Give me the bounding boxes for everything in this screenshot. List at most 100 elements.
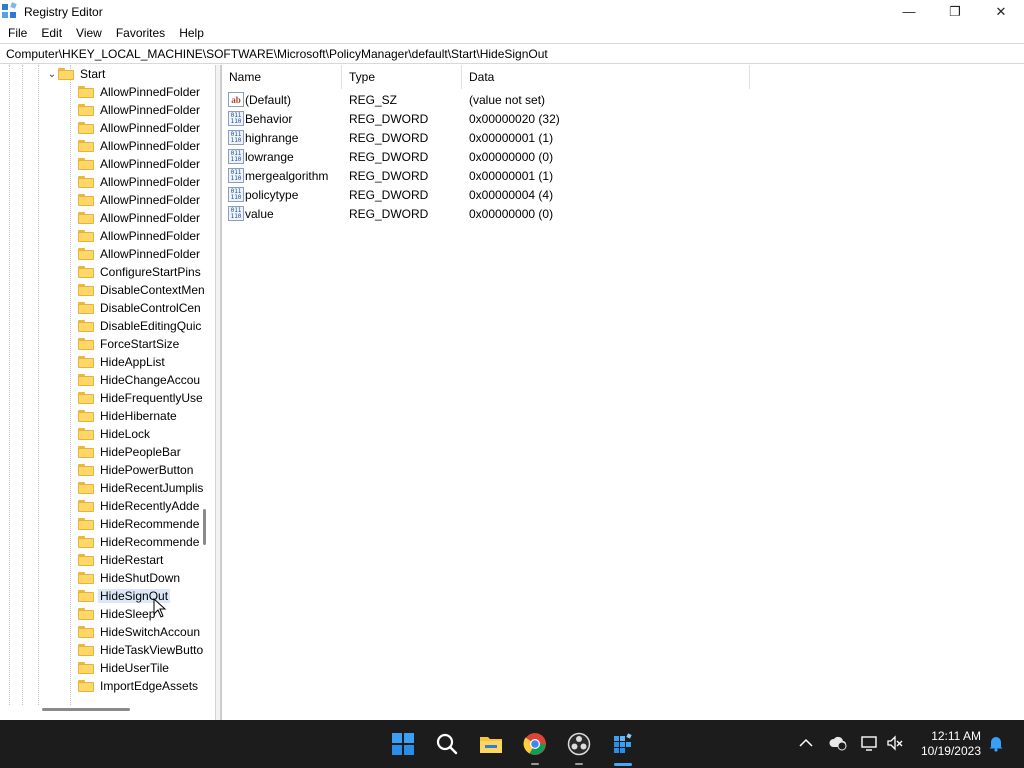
chevron-up-icon[interactable] <box>797 734 815 752</box>
maximize-button[interactable]: ❐ <box>932 0 978 23</box>
tree-item-label: HideFrequentlyUse <box>100 391 203 405</box>
tree-item[interactable]: DisableEditingQuic <box>78 317 201 335</box>
menu-favorites[interactable]: Favorites <box>109 23 172 43</box>
folder-icon <box>78 482 94 494</box>
tree-item[interactable]: AllowPinnedFolder <box>78 173 200 191</box>
folder-icon <box>78 518 94 530</box>
tree-item[interactable]: ImportEdgeAssets <box>78 677 198 695</box>
tree-item-label: HideLock <box>100 427 151 441</box>
value-row[interactable]: 011 110 lowrange REG_DWORD 0x00000000 (0) <box>222 147 742 166</box>
value-row[interactable]: 011 110 policytype REG_DWORD 0x00000004 (4) <box>222 185 742 204</box>
close-button[interactable]: ✕ <box>978 0 1024 23</box>
notification-bell-icon[interactable] <box>987 734 1005 752</box>
tree-item[interactable]: HideLock <box>78 425 150 443</box>
tree-item[interactable]: DisableContextMen <box>78 281 205 299</box>
tree-item[interactable]: HideUserTile <box>78 659 169 677</box>
key-tree-pane[interactable]: ⌄ Start AllowPinnedFolder AllowPinnedFold… <box>0 65 216 720</box>
value-row[interactable]: 011 110 highrange REG_DWORD 0x00000001 (1) <box>222 128 742 147</box>
tree-item[interactable]: HideRecentlyAdde <box>78 497 199 515</box>
value-data: 0x00000020 (32) <box>469 111 560 126</box>
folder-icon <box>78 122 94 134</box>
menu-view[interactable]: View <box>69 23 109 43</box>
dword-value-icon: 011 110 <box>228 130 244 145</box>
value-type: REG_DWORD <box>349 187 429 202</box>
search-icon[interactable] <box>435 732 459 756</box>
tree-item[interactable]: HideRecommende <box>78 533 199 551</box>
tree-item[interactable]: AllowPinnedFolder <box>78 101 200 119</box>
tree-item[interactable]: AllowPinnedFolder <box>78 209 200 227</box>
value-data: 0x00000001 (1) <box>469 168 554 183</box>
folder-icon <box>78 338 94 350</box>
value-row[interactable]: 011 110 Behavior REG_DWORD 0x00000020 (32) <box>222 109 742 128</box>
tree-item[interactable]: HideShutDown <box>78 569 180 587</box>
tree-item[interactable]: ForceStartSize <box>78 335 179 353</box>
volume-muted-icon[interactable] <box>886 734 904 752</box>
tree-item[interactable]: AllowPinnedFolder <box>78 83 200 101</box>
chrome-icon[interactable] <box>523 732 547 756</box>
tree-item[interactable]: HideRecentJumplis <box>78 479 203 497</box>
tree-item[interactable]: HideTaskViewButto <box>78 641 203 659</box>
registry-editor-taskbar-icon[interactable] <box>611 732 635 756</box>
folder-icon <box>78 194 94 206</box>
tree-item[interactable]: HideHibernate <box>78 407 177 425</box>
menu-file[interactable]: File <box>1 23 34 43</box>
menu-help[interactable]: Help <box>172 23 211 43</box>
running-indicator <box>531 763 539 765</box>
tree-item[interactable]: AllowPinnedFolder <box>78 137 200 155</box>
window-title: Registry Editor <box>24 4 103 19</box>
tree-item[interactable]: HideRecommende <box>78 515 199 533</box>
tree-item[interactable]: HideAppList <box>78 353 165 371</box>
value-row[interactable]: 011 110 value REG_DWORD 0x00000000 (0) <box>222 204 742 223</box>
obs-icon[interactable] <box>567 732 591 756</box>
tree-item[interactable]: DisableControlCen <box>78 299 201 317</box>
tree-item[interactable]: HideSleep <box>78 605 155 623</box>
tree-item-label: AllowPinnedFolder <box>100 103 201 117</box>
value-data: (value not set) <box>469 92 546 107</box>
chevron-down-icon[interactable]: ⌄ <box>46 69 58 80</box>
folder-icon <box>78 212 94 224</box>
tree-item-label: Start <box>80 67 106 81</box>
tree-item-label: DisableControlCen <box>100 301 201 315</box>
tree-item[interactable]: HideSwitchAccoun <box>78 623 200 641</box>
tree-item[interactable]: AllowPinnedFolder <box>78 245 200 263</box>
values-pane[interactable]: Name Type Data ab (Default) REG_SZ (value n… <box>221 65 1024 720</box>
tree-item[interactable]: HideRestart <box>78 551 163 569</box>
column-header-type[interactable]: Type <box>342 65 462 89</box>
file-explorer-icon[interactable] <box>479 732 503 756</box>
tree-horizontal-scrollbar[interactable] <box>42 708 130 711</box>
mouse-cursor-icon <box>153 597 167 618</box>
tree-vertical-scrollbar[interactable] <box>203 509 206 545</box>
tree-item[interactable]: ConfigureStartPins <box>78 263 201 281</box>
start-icon[interactable] <box>391 732 415 756</box>
folder-icon <box>78 428 94 440</box>
network-icon[interactable] <box>860 734 878 752</box>
taskbar: 12:11 AM 10/19/2023 <box>0 720 1024 768</box>
column-header-name[interactable]: Name <box>222 65 342 89</box>
tree-item[interactable]: HidePowerButton <box>78 461 193 479</box>
value-type: REG_DWORD <box>349 130 429 145</box>
tree-item-start[interactable]: ⌄ Start <box>46 65 106 83</box>
system-clock[interactable]: 12:11 AM 10/19/2023 <box>921 729 981 759</box>
value-row[interactable]: 011 110 mergealgorithm REG_DWORD 0x00000001… <box>222 166 742 185</box>
folder-icon <box>78 266 94 278</box>
minimize-button[interactable]: — <box>886 0 932 23</box>
tree-item-label: HideUserTile <box>100 661 169 675</box>
value-row[interactable]: ab (Default) REG_SZ (value not set) <box>222 90 742 109</box>
column-header-data[interactable]: Data <box>462 65 750 89</box>
tree-item[interactable]: AllowPinnedFolder <box>78 119 200 137</box>
tree-item[interactable]: AllowPinnedFolder <box>78 227 200 245</box>
address-bar[interactable]: Computer\HKEY_LOCAL_MACHINE\SOFTWARE\Mic… <box>0 43 1024 64</box>
tree-item-label: HideShutDown <box>100 571 181 585</box>
tree-item-label: HideRestart <box>100 553 164 567</box>
tree-item[interactable]: HideChangeAccou <box>78 371 200 389</box>
window-controls: — ❐ ✕ <box>886 0 1024 23</box>
cloud-sync-icon[interactable] <box>828 734 848 752</box>
tree-item[interactable]: HidePeopleBar <box>78 443 181 461</box>
folder-icon <box>78 554 94 566</box>
tree-item[interactable]: AllowPinnedFolder <box>78 191 200 209</box>
tree-item[interactable]: HideFrequentlyUse <box>78 389 203 407</box>
menu-edit[interactable]: Edit <box>34 23 69 43</box>
tree-item[interactable]: AllowPinnedFolder <box>78 155 200 173</box>
running-indicator <box>575 763 583 765</box>
folder-icon <box>78 320 94 332</box>
